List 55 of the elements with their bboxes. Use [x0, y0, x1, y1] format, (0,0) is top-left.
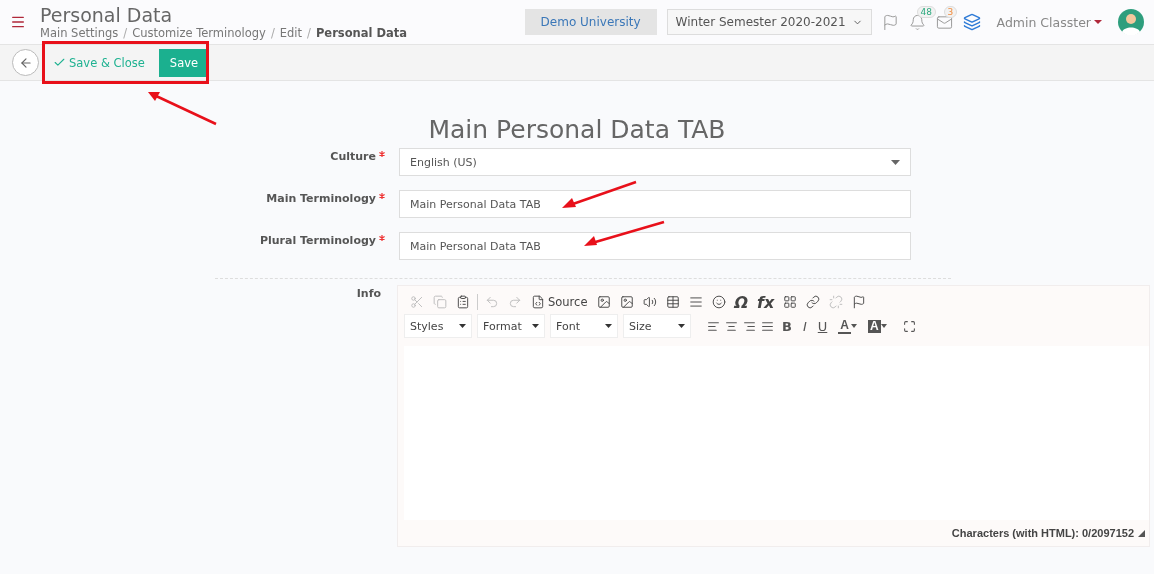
- toolbar-button[interactable]: fx: [755, 292, 777, 312]
- toolbar-button[interactable]: [804, 295, 823, 309]
- editor-dropdown[interactable]: Font: [550, 314, 618, 338]
- caret-icon: [1094, 19, 1102, 25]
- breadcrumb[interactable]: Edit: [279, 26, 303, 40]
- align-right-icon[interactable]: [743, 319, 756, 333]
- semester-select[interactable]: Winter Semester 2020-2021: [666, 9, 872, 35]
- caret-icon: [850, 324, 857, 328]
- culture-select[interactable]: English (US): [399, 148, 911, 176]
- caret-icon: [678, 324, 685, 328]
- breadcrumb-separator: /: [270, 26, 275, 40]
- caret-icon: [880, 324, 887, 328]
- character-counter: Characters (with HTML): 0/2097152: [951, 527, 1134, 539]
- source-icon: [531, 295, 545, 309]
- color-button[interactable]: A: [835, 318, 860, 334]
- editor-dropdown[interactable]: Size: [623, 314, 691, 338]
- breadcrumb[interactable]: Main Settings: [40, 26, 119, 40]
- format-button[interactable]: B: [779, 318, 795, 334]
- caret-icon: [459, 324, 466, 328]
- check-icon: [53, 56, 66, 69]
- notification-count: 48: [916, 5, 936, 18]
- breadcrumb[interactable]: Customize Terminology: [132, 26, 266, 40]
- avatar[interactable]: [1118, 9, 1144, 35]
- editor-dropdown[interactable]: Format: [477, 314, 545, 338]
- maximize-icon[interactable]: [902, 319, 916, 333]
- info-label: Info: [355, 286, 381, 302]
- annotation-arrow: [146, 90, 218, 126]
- align-left-icon[interactable]: [707, 319, 720, 333]
- align-center-icon[interactable]: [725, 319, 738, 333]
- field-label: Plural Terminology: [259, 233, 376, 249]
- user-menu[interactable]: Admin Classter: [990, 13, 1108, 31]
- breadcrumb-separator: /: [123, 26, 128, 40]
- resize-handle-icon[interactable]: [1138, 529, 1145, 537]
- format-button[interactable]: U: [814, 318, 831, 334]
- page-title: Personal Data: [40, 4, 174, 26]
- align-justify-icon[interactable]: [761, 319, 774, 333]
- mail-icon[interactable]: [935, 13, 953, 31]
- source-button[interactable]: Source: [529, 295, 590, 309]
- institution-button[interactable]: Demo University: [524, 9, 657, 35]
- text-field[interactable]: Main Personal Data TAB: [399, 232, 911, 260]
- breadcrumb: Personal Data: [315, 26, 408, 40]
- field-label: Main Terminology: [266, 191, 376, 207]
- menu-icon[interactable]: [10, 14, 26, 30]
- caret-icon: [891, 159, 900, 165]
- breadcrumb-separator: /: [307, 26, 311, 40]
- layers-icon[interactable]: [962, 13, 981, 31]
- text-field[interactable]: Main Personal Data TAB: [399, 190, 911, 218]
- field-label: Culture: [330, 149, 376, 165]
- message-count: 3: [943, 5, 958, 18]
- caret-icon: [605, 324, 612, 328]
- format-button[interactable]: I: [799, 318, 810, 334]
- caret-icon: [532, 324, 539, 328]
- toolbar-button[interactable]: Ω: [732, 292, 751, 312]
- form-heading: Main Personal Data TAB: [428, 115, 726, 144]
- editor-dropdown[interactable]: Styles: [404, 314, 472, 338]
